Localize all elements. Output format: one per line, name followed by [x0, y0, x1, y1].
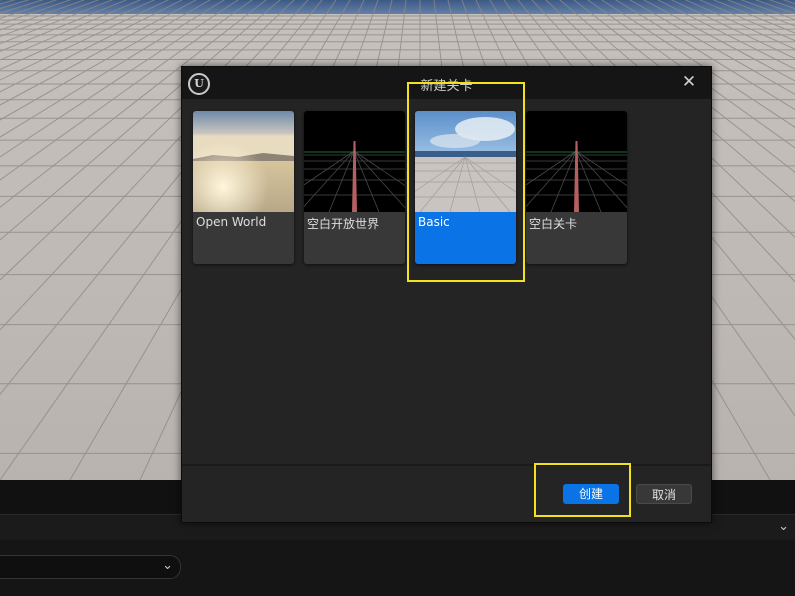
close-button[interactable]: ✕	[678, 71, 700, 93]
panel-dropdown[interactable]: ⌄	[0, 555, 181, 579]
template-label: Open World	[196, 215, 267, 229]
template-label: 空白开放世界	[307, 217, 380, 231]
chevron-down-icon[interactable]: ⌄	[162, 558, 173, 573]
template-card-basic[interactable]: Basic	[415, 111, 516, 264]
open-world-thumbnail	[193, 111, 294, 212]
template-label: 空白关卡	[529, 217, 578, 231]
template-card-empty-level[interactable]: 空白关卡	[526, 111, 627, 264]
dialog-title: 新建关卡	[420, 79, 473, 94]
empty-level-thumbnail	[526, 111, 627, 212]
panel-chevron-icon[interactable]: ⌄	[778, 519, 789, 534]
template-card-open-world[interactable]: Open World	[193, 111, 294, 264]
close-icon[interactable]: ✕	[682, 72, 696, 92]
empty-open-world-thumbnail	[304, 111, 405, 212]
create-button[interactable]: 创建	[563, 484, 619, 504]
new-level-dialog: U 新建关卡 ✕ Open World 空白开放世界 Basic 空白关卡 创建…	[181, 66, 712, 523]
cancel-button[interactable]: 取消	[636, 484, 692, 504]
template-card-empty-open-world[interactable]: 空白开放世界	[304, 111, 405, 264]
dialog-footer: 创建 取消	[182, 466, 711, 522]
basic-thumbnail	[415, 111, 516, 212]
dialog-titlebar[interactable]: U 新建关卡 ✕	[182, 67, 711, 99]
template-label: Basic	[418, 215, 450, 229]
